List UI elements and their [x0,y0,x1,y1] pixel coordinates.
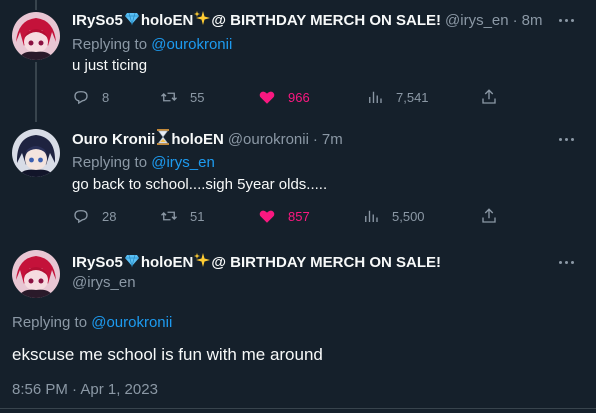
main-tweet-text: ekscuse me school is fun with me around [12,345,323,364]
replying-to: Replying to @ourokronii [72,36,232,53]
thread-connector [35,62,37,122]
like-button[interactable]: 857 [258,206,310,226]
tweet-text: u just ticing [72,57,148,74]
like-button[interactable]: 966 [258,87,310,107]
replying-to: Replying to @irys_en [72,154,215,171]
avatar-irys[interactable] [12,12,60,60]
hourglass-icon [156,129,170,149]
replying-to-mention[interactable]: @ourokronii [151,36,232,53]
reply-button[interactable]: 8 [72,87,109,107]
share-icon [482,89,496,104]
display-name-suffix[interactable]: holoEN [141,12,194,29]
retweet-count: 55 [190,89,205,105]
tweet-header: IRySo5 holoEN @ BIRTHDAY MERCH ON SALE! … [72,10,542,30]
divider [0,408,596,409]
reply-count: 28 [102,208,117,224]
share-button[interactable] [480,206,498,226]
reply-icon [74,210,88,224]
retweet-icon [161,92,177,102]
tweet-text: go back to school....sigh 5year olds....… [72,176,328,193]
separator-dot: · [512,11,518,29]
display-name[interactable]: IRySo5 [72,12,123,29]
avatar-irys[interactable] [12,250,60,298]
separator-dot: · [312,130,318,148]
views-icon [365,210,378,222]
thread-connector [35,0,37,10]
tweet-timestamp[interactable]: 8:56 PM · Apr 1, 2023 [12,381,158,398]
reply-count: 8 [102,89,110,105]
retweet-count: 51 [190,208,205,224]
diamond-icon [124,10,140,30]
tweet-time[interactable]: 7m [322,131,343,148]
sparkles-icon [194,252,211,272]
retweet-button[interactable]: 55 [160,87,204,107]
tweet-actions: 28 51 857 5,500 [72,206,502,226]
tweet-time[interactable]: 8m [522,12,543,29]
reply-icon [74,91,88,105]
heart-icon [259,210,275,223]
replying-to-label: Replying to [72,36,148,53]
views-icon [369,91,382,103]
avatar-kronii[interactable] [12,129,60,177]
views-count: 5,500 [392,208,425,224]
reply-button[interactable]: 28 [72,206,116,226]
retweet-icon [161,211,177,221]
tweet-header: IRySo5 holoEN @ BIRTHDAY MERCH ON SALE! [72,252,441,272]
tweet-actions: 8 55 966 7,541 [72,87,502,107]
more-icon[interactable] [556,252,576,272]
user-handle[interactable]: @ourokronii [228,131,309,148]
diamond-icon [124,252,140,272]
views-count: 7,541 [396,89,429,105]
views-button[interactable]: 7,541 [366,87,429,107]
display-name[interactable]: Ouro Kronii [72,131,155,148]
sparkles-icon [194,10,211,30]
heart-icon [259,91,275,104]
display-name[interactable]: IRySo5 [72,254,123,271]
replying-to-mention[interactable]: @ourokronii [91,314,172,331]
replying-to-label: Replying to [12,314,88,331]
replying-to-mention[interactable]: @irys_en [151,154,215,171]
more-icon[interactable] [556,10,576,30]
replying-to: Replying to @ourokronii [12,314,172,331]
display-name-suffix[interactable]: holoEN [171,131,224,148]
display-name-rest[interactable]: @ BIRTHDAY MERCH ON SALE! [211,12,441,29]
more-icon[interactable] [556,129,576,149]
like-count: 857 [288,208,310,224]
replying-to-label: Replying to [72,154,148,171]
views-button[interactable]: 5,500 [362,206,425,226]
share-button[interactable] [480,87,498,107]
user-handle[interactable]: @irys_en [445,12,509,29]
display-name-suffix[interactable]: holoEN [141,254,194,271]
retweet-button[interactable]: 51 [160,206,204,226]
display-name-rest[interactable]: @ BIRTHDAY MERCH ON SALE! [211,254,441,271]
tweet-header: Ouro Kronii holoEN @ourokronii · 7m [72,129,343,149]
share-icon [482,208,496,223]
like-count: 966 [288,89,310,105]
user-handle[interactable]: @irys_en [72,274,136,291]
